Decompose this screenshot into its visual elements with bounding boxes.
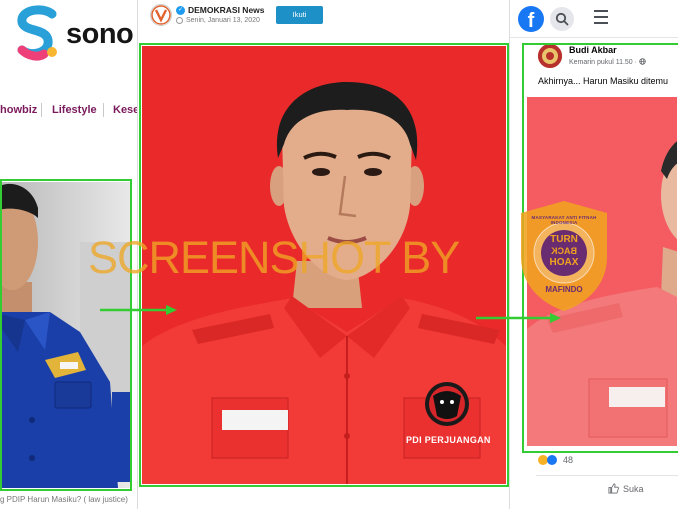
follow-button[interactable]: Ikuti — [276, 6, 323, 24]
badge-line-hoax: HOAX — [549, 257, 579, 268]
search-button[interactable] — [550, 7, 574, 31]
post-header: ✓ DEMOKRASI News Senin, Januari 13, 2020… — [138, 0, 510, 34]
arrow-right-icon — [476, 313, 561, 323]
screenshot-watermark: SCREENSHOT BY — [88, 232, 460, 283]
reaction-count: 48 — [563, 455, 574, 465]
nav-item-kesehatan[interactable]: Kese — [113, 104, 137, 116]
facebook-logo-icon[interactable]: f — [518, 6, 544, 32]
thumbs-up-icon — [608, 483, 619, 494]
publisher-avatar[interactable] — [150, 4, 172, 26]
badge-org-name: MAFINDO — [545, 285, 583, 294]
clock-icon — [176, 17, 183, 24]
highlight-frame — [0, 179, 132, 491]
arrow-right-icon — [100, 305, 177, 315]
site-nav: howbiz Lifestyle Kese — [0, 100, 137, 122]
nav-item-showbiz[interactable]: howbiz — [0, 104, 37, 116]
publisher-logo-icon — [151, 5, 171, 25]
site-logo[interactable]: sono — [14, 4, 137, 66]
badge-ring-text: MASYARAKAT ANTI FITNAH INDONESIA — [531, 215, 597, 225]
turnbackhoax-badge: MASYARAKAT ANTI FITNAH INDONESIA TURN BA… — [517, 199, 611, 313]
hamburger-menu-icon[interactable] — [594, 10, 610, 26]
post-date-row: Senin, Januari 13, 2020 — [176, 17, 260, 24]
reaction-summary[interactable]: 48 — [538, 455, 573, 465]
badge-line-turn: TURN — [550, 234, 578, 245]
publisher-name[interactable]: DEMOKRASI News — [188, 5, 265, 15]
verified-check-icon: ✓ — [176, 5, 185, 15]
nav-divider — [41, 103, 42, 117]
site-logo-icon — [17, 5, 57, 61]
photo-caption: g PDIP Harun Masiku? ( law justice) — [0, 495, 128, 504]
like-button[interactable]: Suka — [608, 483, 644, 494]
publisher-name-row[interactable]: ✓ DEMOKRASI News — [176, 5, 265, 15]
search-icon — [555, 12, 569, 26]
badge-line-back: BACK — [551, 246, 577, 256]
site-brand-text: sono — [66, 18, 134, 50]
facebook-topbar: f — [510, 0, 678, 38]
action-divider — [536, 475, 678, 476]
like-reaction-icon — [547, 455, 557, 465]
post-date: Senin, Januari 13, 2020 — [186, 17, 260, 24]
like-label[interactable]: Suka — [623, 484, 644, 494]
nav-divider — [103, 103, 104, 117]
nav-item-lifestyle[interactable]: Lifestyle — [52, 104, 97, 116]
